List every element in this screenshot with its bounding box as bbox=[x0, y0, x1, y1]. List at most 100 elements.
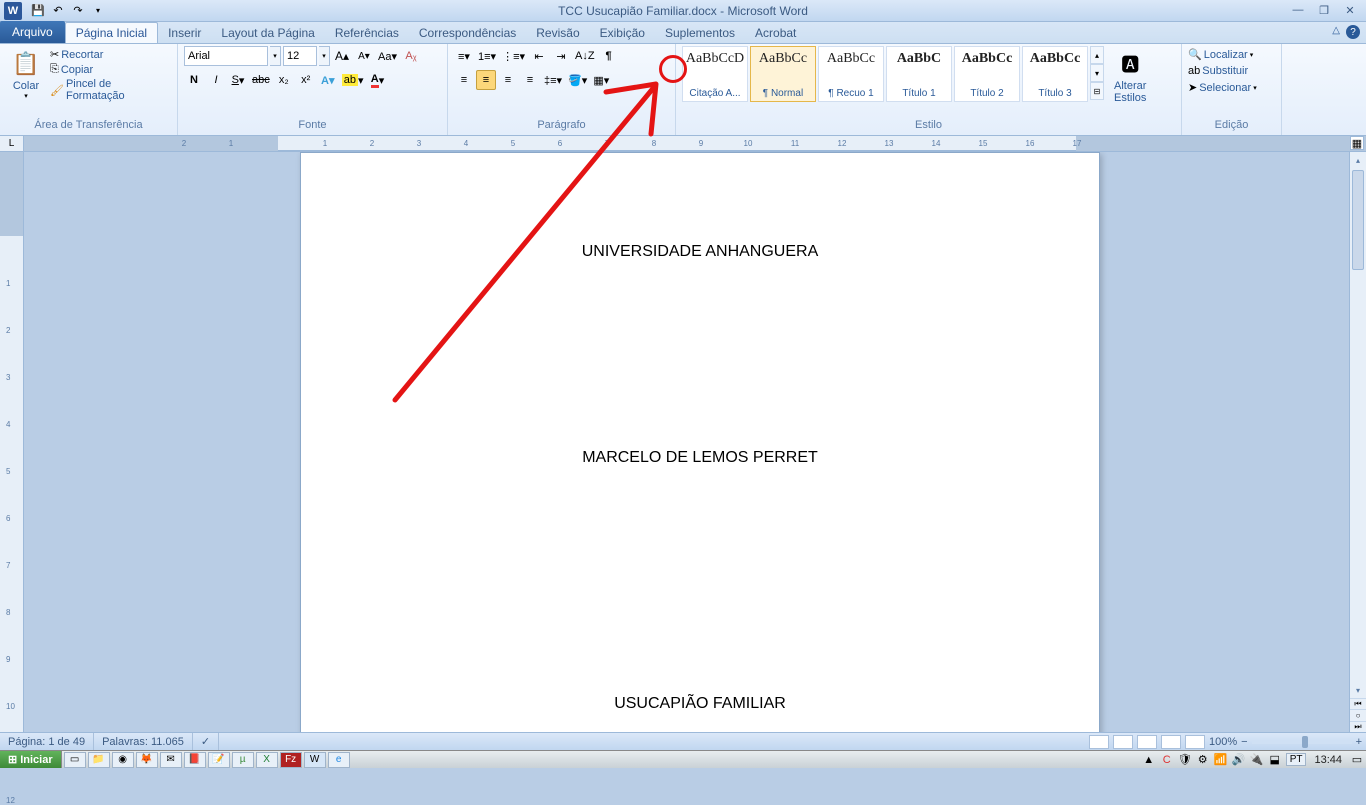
horizontal-ruler[interactable]: 123456789101112131415161721 bbox=[24, 136, 1366, 151]
change-case-icon[interactable]: Aa▾ bbox=[376, 46, 399, 66]
ruler-toggle-icon[interactable]: ▦ bbox=[1350, 136, 1364, 150]
styles-more-icon[interactable]: ⊟ bbox=[1090, 82, 1104, 100]
browse-object-icon[interactable]: ○ bbox=[1350, 709, 1366, 720]
fullscreen-view-icon[interactable] bbox=[1113, 735, 1133, 749]
scroll-down-icon[interactable]: ▾ bbox=[1350, 682, 1366, 698]
superscript-button[interactable]: x² bbox=[296, 70, 316, 90]
tray-volume-icon[interactable]: 🔊 bbox=[1232, 753, 1246, 767]
sort-icon[interactable]: A↓Z bbox=[573, 46, 597, 66]
font-size-input[interactable] bbox=[283, 46, 317, 66]
taskbar-word-icon[interactable]: W bbox=[304, 752, 326, 768]
tab-review[interactable]: Revisão bbox=[526, 23, 589, 43]
zoom-level[interactable]: 100% bbox=[1209, 736, 1237, 748]
taskbar-utorrent-icon[interactable]: µ bbox=[232, 752, 254, 768]
style-titulo3[interactable]: AaBbCcTítulo 3 bbox=[1022, 46, 1088, 102]
zoom-out-icon[interactable]: − bbox=[1241, 736, 1247, 748]
tab-insert[interactable]: Inserir bbox=[158, 23, 211, 43]
copy-button[interactable]: ⎘Copiar bbox=[50, 63, 171, 76]
replace-button[interactable]: abSubstituir bbox=[1188, 65, 1275, 77]
tab-acrobat[interactable]: Acrobat bbox=[745, 23, 806, 43]
line-spacing-icon[interactable]: ‡≡▾ bbox=[542, 70, 564, 90]
style-titulo2[interactable]: AaBbCcTítulo 2 bbox=[954, 46, 1020, 102]
taskbar-ie-icon[interactable]: e bbox=[328, 752, 350, 768]
ribbon-minimize-icon[interactable]: △ bbox=[1332, 25, 1340, 39]
decrease-indent-icon[interactable]: ⇤ bbox=[529, 46, 549, 66]
styles-scroll-down-icon[interactable]: ▾ bbox=[1090, 64, 1104, 82]
taskbar-notes-icon[interactable]: 📝 bbox=[208, 752, 230, 768]
italic-button[interactable]: I bbox=[206, 70, 226, 90]
style-recuo1[interactable]: AaBbCc¶ Recuo 1 bbox=[818, 46, 884, 102]
align-left-icon[interactable]: ≡ bbox=[454, 70, 474, 90]
minimize-icon[interactable]: — bbox=[1286, 2, 1310, 18]
restore-icon[interactable]: ❐ bbox=[1312, 2, 1336, 18]
text-effects-icon[interactable]: A▾ bbox=[318, 70, 338, 90]
style-normal[interactable]: AaBbCc¶ Normal bbox=[750, 46, 816, 102]
qat-more-icon[interactable]: ▾ bbox=[90, 3, 106, 19]
tray-icon-4[interactable]: ⚙ bbox=[1196, 753, 1210, 767]
prev-page-icon[interactable]: ⏮ bbox=[1350, 698, 1366, 709]
zoom-in-icon[interactable]: + bbox=[1356, 736, 1362, 748]
start-button[interactable]: ⊞Iniciar bbox=[0, 751, 62, 768]
status-page[interactable]: Página: 1 de 49 bbox=[0, 733, 94, 750]
borders-icon[interactable]: ▦▾ bbox=[591, 70, 611, 90]
file-tab[interactable]: Arquivo bbox=[0, 21, 65, 43]
cut-button[interactable]: ✂Recortar bbox=[50, 48, 171, 61]
find-button[interactable]: 🔍Localizar▾ bbox=[1188, 48, 1275, 61]
tray-icon-8[interactable]: ⬓ bbox=[1268, 753, 1282, 767]
taskbar-explorer-icon[interactable]: 📁 bbox=[88, 752, 110, 768]
align-right-icon[interactable]: ≡ bbox=[498, 70, 518, 90]
zoom-slider[interactable] bbox=[1252, 740, 1352, 744]
align-center-icon[interactable]: ≡ bbox=[476, 70, 496, 90]
tray-show-desktop[interactable]: ▭ bbox=[1350, 753, 1364, 767]
shading-icon[interactable]: 🪣▾ bbox=[566, 70, 589, 90]
shrink-font-icon[interactable]: A▾ bbox=[354, 46, 374, 66]
taskbar-filezilla-icon[interactable]: Fz bbox=[280, 752, 302, 768]
close-icon[interactable]: ✕ bbox=[1338, 2, 1362, 18]
font-color-icon[interactable]: A▾ bbox=[368, 70, 388, 90]
underline-button[interactable]: S▾ bbox=[228, 70, 248, 90]
taskbar-mail-icon[interactable]: ✉ bbox=[160, 752, 182, 768]
taskbar-show-desktop-icon[interactable]: ▭ bbox=[64, 752, 86, 768]
font-size-dropdown-icon[interactable]: ▾ bbox=[319, 46, 330, 66]
tab-addins[interactable]: Suplementos bbox=[655, 23, 745, 43]
format-painter-button[interactable]: 🖌Pincel de Formatação bbox=[50, 78, 171, 102]
vertical-ruler[interactable]: 123456789101112 bbox=[0, 152, 24, 732]
language-indicator[interactable]: PT bbox=[1286, 753, 1307, 766]
grow-font-icon[interactable]: A▴ bbox=[332, 46, 352, 66]
select-button[interactable]: ➤Selecionar▾ bbox=[1188, 81, 1275, 94]
draft-view-icon[interactable] bbox=[1185, 735, 1205, 749]
tab-layout[interactable]: Layout da Página bbox=[211, 23, 324, 43]
save-icon[interactable]: 💾 bbox=[30, 3, 46, 19]
styles-scroll-up-icon[interactable]: ▴ bbox=[1090, 46, 1104, 64]
clear-formatting-icon[interactable]: Aᵪ bbox=[401, 46, 421, 66]
tab-selector[interactable]: L bbox=[0, 136, 24, 151]
tray-icon-7[interactable]: 🔌 bbox=[1250, 753, 1264, 767]
redo-icon[interactable]: ↷ bbox=[70, 3, 86, 19]
print-layout-view-icon[interactable] bbox=[1089, 735, 1109, 749]
help-icon[interactable]: ? bbox=[1346, 25, 1360, 39]
vertical-scrollbar[interactable]: ▴ ▾ ⏮ ○ ⏭ bbox=[1349, 152, 1366, 732]
justify-icon[interactable]: ≡ bbox=[520, 70, 540, 90]
next-page-icon[interactable]: ⏭ bbox=[1350, 721, 1366, 732]
tray-icon-1[interactable]: ▲ bbox=[1142, 753, 1156, 767]
taskbar-excel-icon[interactable]: X bbox=[256, 752, 278, 768]
scroll-up-icon[interactable]: ▴ bbox=[1350, 152, 1366, 168]
multilevel-icon[interactable]: ⋮≡▾ bbox=[500, 46, 527, 66]
tab-mailings[interactable]: Correspondências bbox=[409, 23, 526, 43]
paste-button[interactable]: 📋 Colar ▾ bbox=[6, 46, 46, 102]
taskbar-chrome-icon[interactable]: ◉ bbox=[112, 752, 134, 768]
bold-button[interactable]: N bbox=[184, 70, 204, 90]
numbering-icon[interactable]: 1≡▾ bbox=[476, 46, 498, 66]
taskbar-clock[interactable]: 13:44 bbox=[1314, 754, 1342, 766]
style-titulo1[interactable]: AaBbCTítulo 1 bbox=[886, 46, 952, 102]
outline-view-icon[interactable] bbox=[1161, 735, 1181, 749]
taskbar-pdf-icon[interactable]: 📕 bbox=[184, 752, 206, 768]
font-name-dropdown-icon[interactable]: ▾ bbox=[270, 46, 281, 66]
undo-icon[interactable]: ↶ bbox=[50, 3, 66, 19]
taskbar-firefox-icon[interactable]: 🦊 bbox=[136, 752, 158, 768]
document-page[interactable]: UNIVERSIDADE ANHANGUERA MARCELO DE LEMOS… bbox=[300, 152, 1100, 732]
increase-indent-icon[interactable]: ⇥ bbox=[551, 46, 571, 66]
tray-icon-3[interactable]: 🛡 bbox=[1178, 753, 1192, 767]
tab-references[interactable]: Referências bbox=[325, 23, 409, 43]
status-spellcheck-icon[interactable]: ✓ bbox=[193, 733, 219, 750]
